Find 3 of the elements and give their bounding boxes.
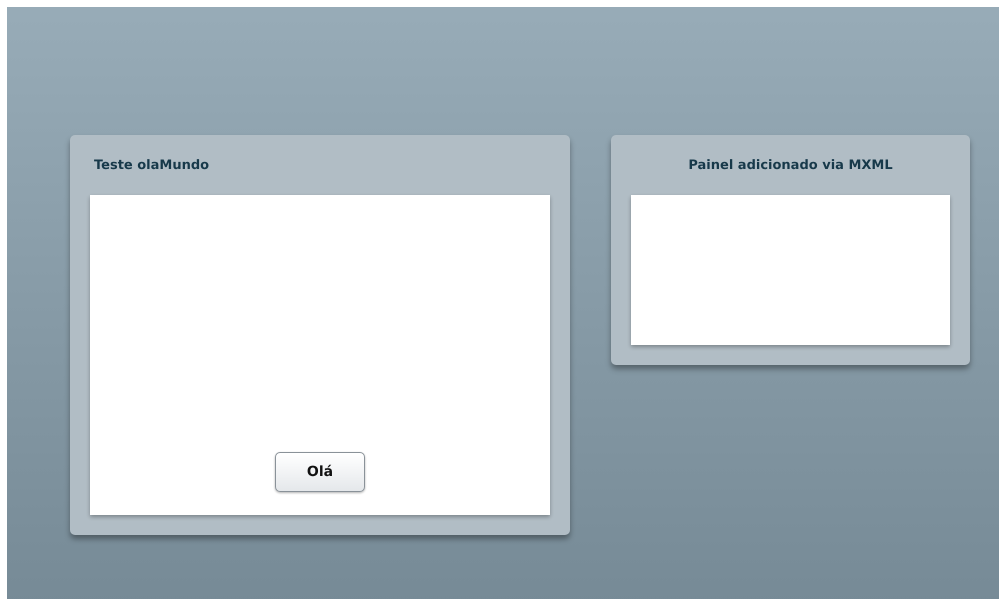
hello-button[interactable]: Olá (275, 452, 365, 492)
panel-title: Painel adicionado via MXML (688, 158, 893, 172)
panel-title: Teste olaMundo (94, 158, 210, 172)
